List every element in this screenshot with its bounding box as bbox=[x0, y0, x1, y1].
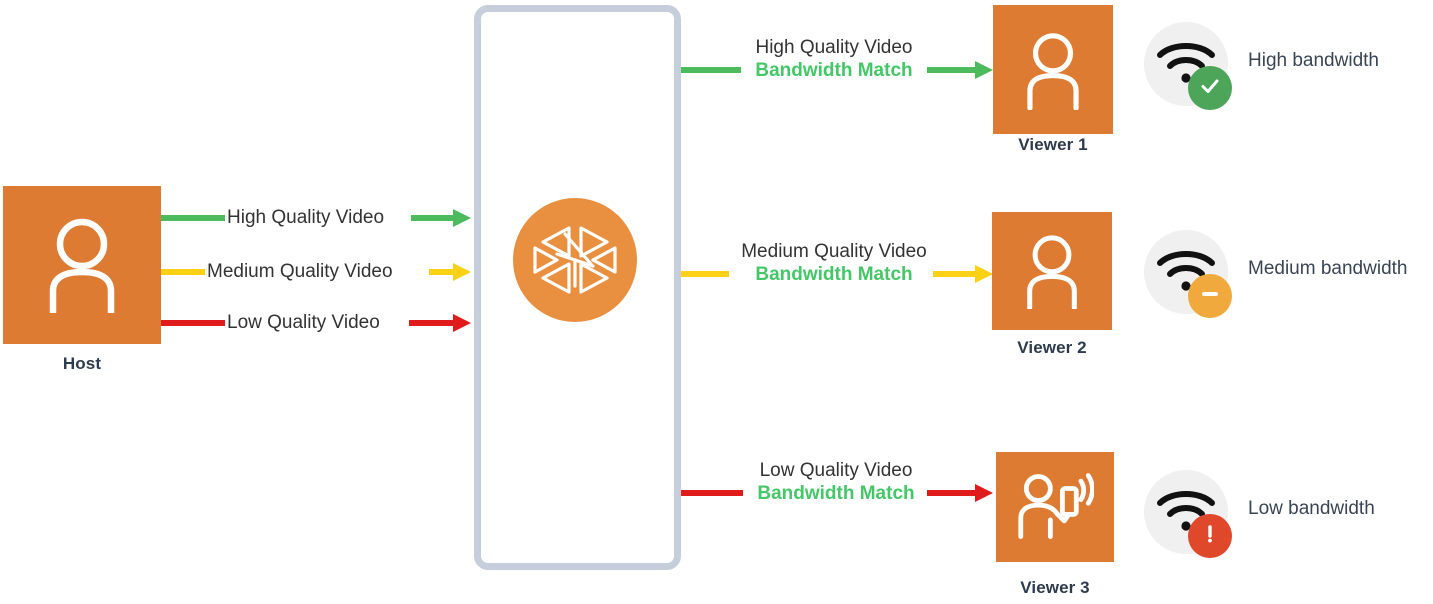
minus-icon bbox=[1198, 282, 1222, 311]
flow-line-left bbox=[681, 490, 743, 496]
viewer-1-caption: Viewer 1 bbox=[1018, 135, 1088, 154]
viewer-1-wifi-status bbox=[1142, 20, 1238, 116]
ingest-label-high: High Quality Video bbox=[227, 207, 385, 228]
mobile-user-icon bbox=[1016, 470, 1094, 544]
viewer-3-bandwidth-label: Low bandwidth bbox=[1248, 498, 1375, 519]
flow-line-left bbox=[161, 320, 225, 326]
flow-line-right bbox=[429, 269, 453, 275]
flow-line-left bbox=[161, 269, 205, 275]
status-badge bbox=[1188, 514, 1232, 558]
arrow-right-icon bbox=[453, 209, 471, 227]
viewer-2-bandwidth-label: Medium bandwidth bbox=[1248, 258, 1408, 279]
ingest-label-low: Low Quality Video bbox=[227, 312, 380, 333]
person-icon bbox=[43, 217, 121, 313]
host-tile[interactable] bbox=[3, 186, 161, 344]
host-caption: Host bbox=[62, 354, 102, 373]
person-icon bbox=[1022, 30, 1084, 110]
aws-ivs-icon[interactable] bbox=[513, 198, 637, 322]
arrow-right-icon bbox=[975, 61, 993, 79]
arrow-right-icon bbox=[453, 263, 471, 281]
arrow-right-icon bbox=[975, 484, 993, 502]
arrow-right-icon bbox=[453, 314, 471, 332]
viewer-1-tile[interactable] bbox=[993, 5, 1113, 134]
egress-label-low: Low Quality Video Bandwidth Match bbox=[743, 459, 929, 505]
status-badge bbox=[1188, 274, 1232, 318]
viewer-3-tile[interactable] bbox=[996, 452, 1114, 562]
viewer-3-caption: Viewer 3 bbox=[1020, 578, 1090, 597]
check-icon bbox=[1198, 74, 1222, 103]
arrow-right-icon bbox=[975, 265, 993, 283]
egress-label-high-match: Bandwidth Match bbox=[755, 60, 913, 81]
flow-line-right bbox=[933, 271, 975, 277]
person-icon bbox=[1022, 233, 1082, 309]
viewer-2-caption: Viewer 2 bbox=[1017, 338, 1087, 357]
egress-label-high-quality: High Quality Video bbox=[755, 37, 913, 58]
status-badge bbox=[1188, 66, 1232, 110]
flow-line-right bbox=[927, 67, 975, 73]
flow-line-left bbox=[681, 271, 729, 277]
egress-label-high: High Quality Video Bandwidth Match bbox=[741, 36, 927, 82]
viewer-2-wifi-status bbox=[1142, 228, 1238, 324]
flow-line-right bbox=[409, 320, 453, 326]
egress-label-medium-quality: Medium Quality Video bbox=[741, 241, 927, 262]
egress-label-low-match: Bandwidth Match bbox=[757, 483, 915, 504]
viewer-1-bandwidth-label: High bandwidth bbox=[1248, 50, 1379, 71]
exclamation-icon bbox=[1198, 522, 1222, 551]
egress-label-medium: Medium Quality Video Bandwidth Match bbox=[729, 240, 939, 286]
flow-line-left bbox=[681, 67, 741, 73]
flow-line-right bbox=[411, 215, 453, 221]
egress-label-low-quality: Low Quality Video bbox=[759, 460, 913, 481]
flow-line-left bbox=[161, 215, 225, 221]
ingest-label-medium: Medium Quality Video bbox=[207, 261, 393, 282]
viewer-3-wifi-status bbox=[1142, 468, 1238, 564]
egress-label-medium-match: Bandwidth Match bbox=[755, 264, 913, 285]
diagram-canvas: Host High Quality Video Medium Quality V… bbox=[0, 0, 1433, 604]
flow-line-right bbox=[927, 490, 975, 496]
viewer-2-tile[interactable] bbox=[992, 212, 1112, 330]
